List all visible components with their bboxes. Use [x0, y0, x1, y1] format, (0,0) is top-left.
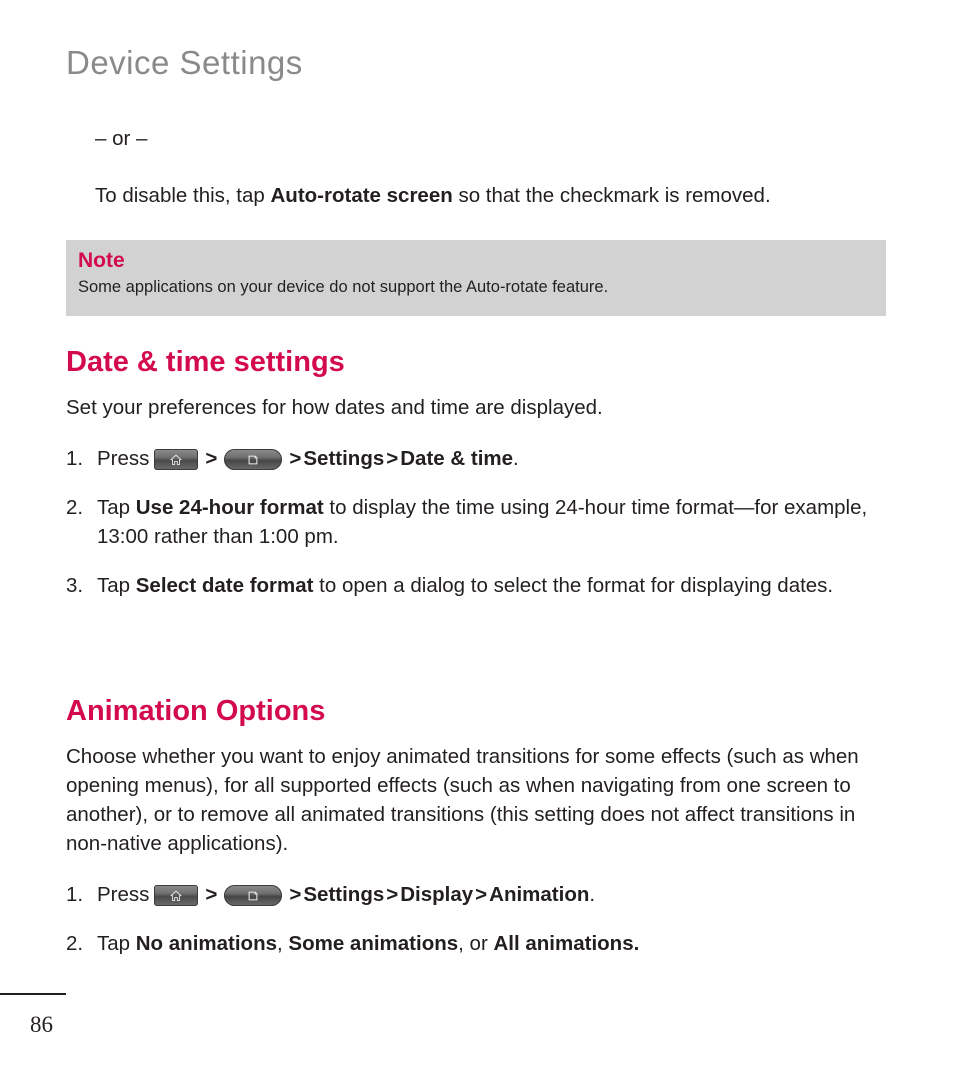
step-trail-settings: Settings — [303, 883, 385, 906]
step-number: 2. — [66, 496, 84, 519]
note-title: Note — [78, 249, 125, 272]
document-page: Device Settings – or – To disable this, … — [0, 0, 954, 1074]
step-text-mid-2: , or — [458, 932, 494, 955]
step-trail-date-time: Date & time — [400, 447, 514, 470]
footer-rule — [0, 993, 66, 995]
home-key-icon[interactable] — [154, 449, 199, 470]
step-trail-animation: Animation — [489, 883, 590, 906]
disable-instruction: To disable this, tap Auto-rotate screen … — [95, 181, 892, 210]
key-separator-1: > — [205, 447, 218, 470]
step-trail-display: Display — [400, 883, 474, 906]
disable-instruction-before: To disable this, tap — [95, 184, 271, 207]
date-time-section: Date & time settings Set your preference… — [66, 345, 894, 600]
running-header: Device Settings — [66, 44, 303, 81]
step-option-some-animations: Some animations — [288, 932, 459, 955]
step-number: 1. — [66, 447, 84, 470]
animation-section: Animation Options Choose whether you wan… — [66, 694, 898, 958]
disable-instruction-bold: Auto-rotate screen — [270, 184, 453, 207]
home-key-icon[interactable] — [154, 885, 199, 906]
note-box: Note Some applications on your device do… — [66, 240, 886, 316]
menu-key-icon[interactable] — [224, 449, 283, 470]
step-prefix: Press — [97, 447, 150, 470]
menu-key-icon[interactable] — [224, 885, 283, 906]
key-separator-1: > — [205, 883, 218, 906]
trail-separator-2: > — [475, 883, 488, 906]
step-prefix: Press — [97, 883, 150, 906]
animation-heading: Animation Options — [66, 695, 326, 727]
date-time-step-1: 1. Press > >Settings>Date & time. — [66, 444, 894, 473]
note-body: Some applications on your device do not … — [78, 278, 609, 296]
step-trail-end: . — [589, 883, 596, 906]
key-separator-2: > — [289, 883, 302, 906]
date-time-step-2: 2. Tap Use 24-hour format to display the … — [66, 493, 894, 551]
step-trail-end: . — [513, 447, 519, 470]
step-text-bold: Use 24-hour format — [135, 496, 324, 519]
step-text-before: Tap — [97, 574, 136, 597]
step-text-before: Tap — [97, 932, 136, 955]
step-trail-settings: Settings — [303, 447, 385, 470]
step-option-no-animations: No animations — [135, 932, 277, 955]
trail-separator-1: > — [386, 447, 399, 470]
or-divider: – or – — [95, 127, 148, 150]
key-separator-2: > — [289, 447, 302, 470]
step-text-after: to open a dialog to select the format fo… — [313, 574, 834, 597]
animation-step-2: 2. Tap No animations, Some animations, or… — [66, 929, 898, 958]
intro-block: – or – To disable this, tap Auto-rotate … — [66, 124, 892, 210]
trail-separator-1: > — [386, 883, 399, 906]
page-number: 86 — [30, 1012, 53, 1037]
step-text-before: Tap — [97, 496, 136, 519]
step-text-bold: Select date format — [135, 574, 314, 597]
step-number: 2. — [66, 932, 84, 955]
step-option-all-animations: All animations. — [493, 932, 640, 955]
disable-instruction-after: so that the checkmark is removed. — [452, 184, 771, 207]
step-number: 1. — [66, 883, 84, 906]
animation-step-1: 1. Press > >Settings>Display>Animation. — [66, 880, 898, 909]
date-time-heading: Date & time settings — [66, 346, 345, 378]
date-time-step-3: 3. Tap Select date format to open a dialo… — [66, 571, 894, 600]
animation-intro: Choose whether you want to enjoy animate… — [66, 745, 859, 855]
date-time-intro: Set your preferences for how dates and t… — [66, 396, 603, 419]
step-text-mid-1: , — [277, 932, 289, 955]
step-number: 3. — [66, 574, 84, 597]
